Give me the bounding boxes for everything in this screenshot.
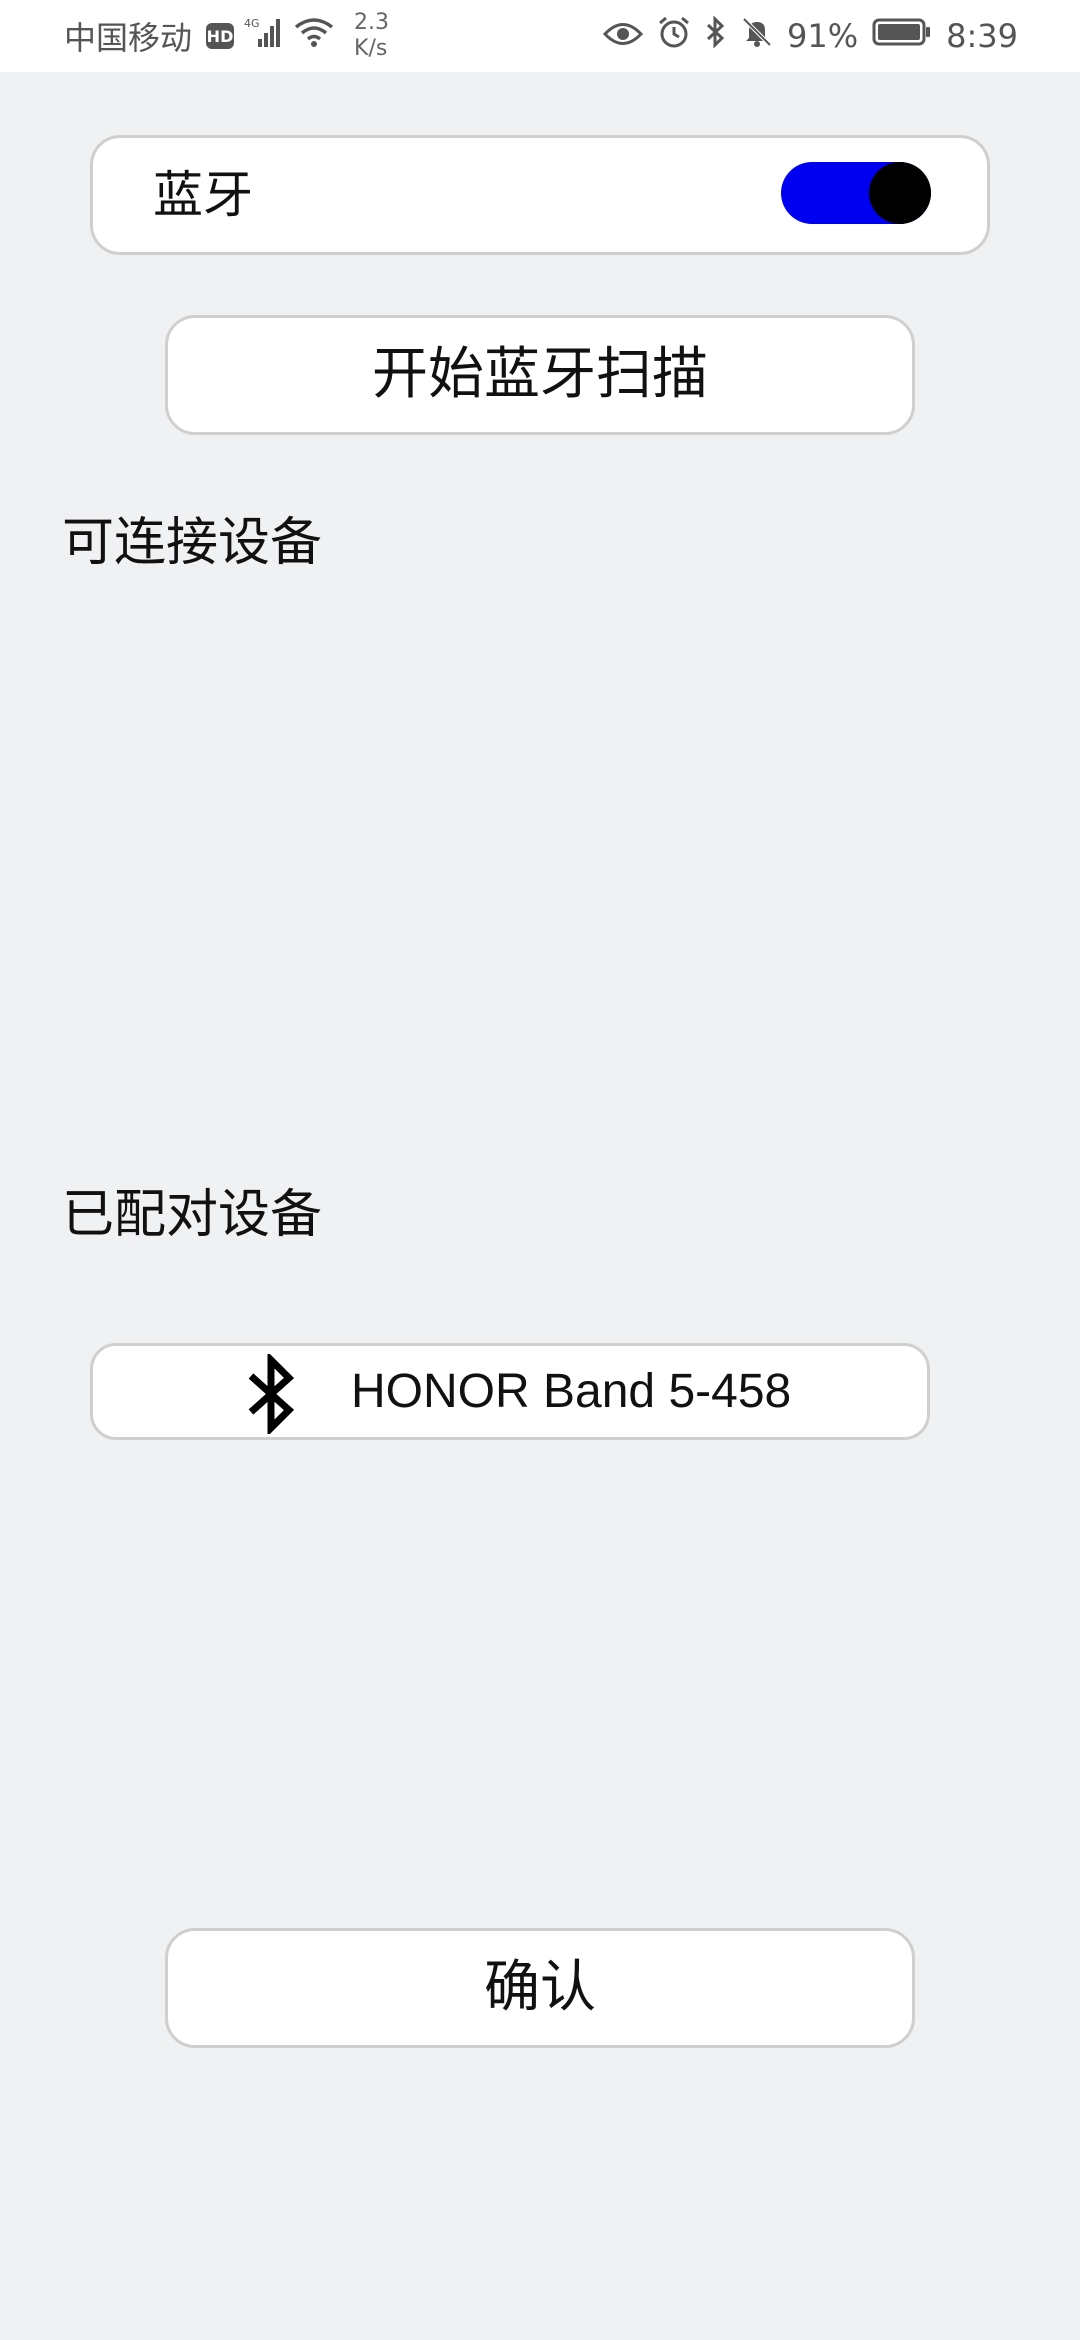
status-left: 中国移动 HD 4G 2.3 K/s xyxy=(64,0,389,72)
bluetooth-icon xyxy=(243,1351,299,1437)
network-speed-unit: K/s xyxy=(354,36,388,61)
bluetooth-status-icon xyxy=(705,15,727,56)
paired-devices-title: 已配对设备 xyxy=(62,1185,323,1245)
start-scan-button[interactable]: 开始蓝牙扫描 xyxy=(165,315,915,435)
alarm-icon xyxy=(657,15,691,57)
paired-device-name: HONOR Band 5-458 xyxy=(351,1365,792,1418)
network-speed: 2.3 K/s xyxy=(354,10,389,62)
bluetooth-label: 蓝牙 xyxy=(153,166,253,224)
mute-bell-icon xyxy=(741,16,773,56)
bluetooth-toggle-row: 蓝牙 xyxy=(90,135,990,255)
bluetooth-switch[interactable] xyxy=(781,162,931,224)
status-bar: 中国移动 HD 4G 2.3 K/s 91% 8:39 xyxy=(0,0,1080,72)
switch-knob xyxy=(869,162,931,224)
battery-icon xyxy=(872,17,932,55)
paired-device-item[interactable]: HONOR Band 5-458 xyxy=(90,1343,930,1440)
eye-comfort-icon xyxy=(602,17,644,55)
wifi-icon xyxy=(294,17,334,55)
carrier-name: 中国移动 xyxy=(64,19,193,57)
svg-text:4G: 4G xyxy=(244,17,260,30)
status-right: 91% 8:39 xyxy=(602,0,1018,72)
network-speed-value: 2.3 xyxy=(354,10,390,35)
clock: 8:39 xyxy=(946,17,1018,55)
battery-percent: 91% xyxy=(787,17,859,55)
signal-icon: 4G xyxy=(244,15,284,57)
available-devices-list xyxy=(62,590,1018,1130)
confirm-button[interactable]: 确认 xyxy=(165,1928,915,2048)
available-devices-title: 可连接设备 xyxy=(62,513,323,573)
hd-icon: HD xyxy=(206,23,235,49)
